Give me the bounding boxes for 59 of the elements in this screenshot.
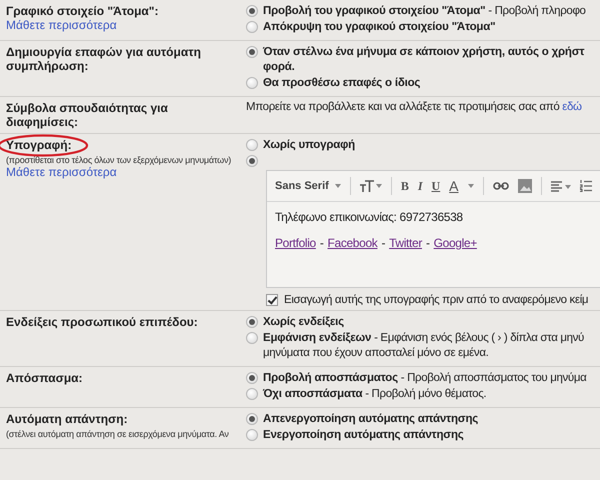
setting-label: Αυτόματη απάντηση: [6,412,129,426]
setting-label: Υπογραφή: [6,138,73,152]
option-label: Προβολή του γραφικού στοιχείου "Άτομα" - Προβολή πληροφο [263,4,586,19]
option-label: Εμφάνιση ενδείξεων - Εμφάνιση ενός βέλους ( › ) δίπλα στα μηνύ μηνύματα που έχουν αποσταλεί μόνο σε εμένα. [263,331,584,361]
hint-text: (στέλνει αυτόματη απάντηση σε εισερχόμενα μηνύματα. Αν [6,429,230,439]
option-label: Απενεργοποίηση αυτόματης απάντησης [263,412,478,427]
checkbox[interactable] [266,294,278,306]
radio-button[interactable] [246,21,258,33]
signature-link[interactable]: Twitter [389,236,422,250]
radio-button[interactable] [246,372,258,384]
numbered-list-icon[interactable] [580,180,592,192]
learn-more-link[interactable]: Μάθετε περισσότερα [6,165,117,179]
option-label: Όταν στέλνω ένα μήνυμα σε κάποιον χρήστη, αυτός ο χρήστ φορά. [263,45,584,75]
radio-button[interactable] [246,429,258,441]
option-label: Θα προσθέσω επαφές ο ίδιος [263,76,420,91]
signature-link[interactable]: Google+ [434,236,477,250]
separator: - [320,236,324,250]
setting-label: Γραφικό στοιχείο "Άτομα": [6,4,160,18]
caret-icon [468,184,474,188]
setting-label: Απόσπασμα: [6,371,84,385]
radio-button[interactable] [246,46,258,58]
format-button[interactable]: A [449,178,459,194]
option-label: Χωρίς υπογραφή [263,138,355,153]
description-text: Μπορείτε να προβάλλετε και να αλλάξετε τις προτιμήσεις σας από εδώ [246,101,582,113]
separator: - [381,236,386,250]
checkbox-label: Εισαγωγή αυτής της υπογραφής πριν από το αναφερόμενο κείμ [284,294,588,306]
setting-label: Δημιουργία επαφών για αυτόματη συμπλήρωση: [6,45,202,73]
signature-link[interactable]: Facebook [328,236,378,250]
option-label: Όχι αποσπάσματα - Προβολή μόνο θέματος. [263,387,486,402]
radio-button[interactable] [246,155,258,167]
font-dropdown[interactable]: Sans Serif [275,180,341,192]
signature-editor[interactable]: Sans Serif B I U A Τηλέφωνο επικοινωνίας: 6972736538 Portfolio - Facebook - Twitter - Google+ [266,170,600,288]
option-label: Χωρίς ενδείξεις [263,315,344,330]
radio-button[interactable] [246,413,258,425]
caret-icon [334,184,341,188]
signature-link[interactable]: Portfolio [275,236,316,250]
align-icon[interactable] [550,180,571,192]
radio-button[interactable] [246,316,258,328]
option-label: Ενεργοποίηση αυτόματης απάντησης [263,428,464,443]
radio-button[interactable] [246,5,258,17]
here-link[interactable]: εδώ [562,101,582,113]
hint-text: (προστίθεται στο τέλος όλων των εξερχόμενων μηνυμάτων) [6,155,232,165]
format-button[interactable]: I [418,178,422,194]
radio-button[interactable] [246,388,258,400]
radio-button[interactable] [246,139,258,151]
link-icon[interactable] [492,182,509,190]
radio-button[interactable] [246,77,258,89]
setting-label: Ενδείξεις προσωπικού επιπέδου: [6,315,199,329]
radio-button[interactable] [246,332,258,344]
learn-more-link[interactable]: Μάθετε περισσότερα [6,18,117,32]
setting-label: Σύμβολα σπουδαιότητας για διαφημίσεις: [6,101,169,129]
text-size-icon[interactable] [360,180,382,192]
signature-text: Τηλέφωνο επικοινωνίας: 6972736538 [275,210,464,224]
image-icon[interactable] [518,179,532,193]
format-button[interactable]: U [432,178,440,194]
option-label: Προβολή αποσπάσματος - Προβολή αποσπάσματος του μηνύμα [263,371,586,386]
option-label: Απόκρυψη του γραφικού στοιχείου "Άτομα" [263,20,496,35]
separator: - [426,236,430,250]
format-button[interactable]: B [400,178,409,194]
